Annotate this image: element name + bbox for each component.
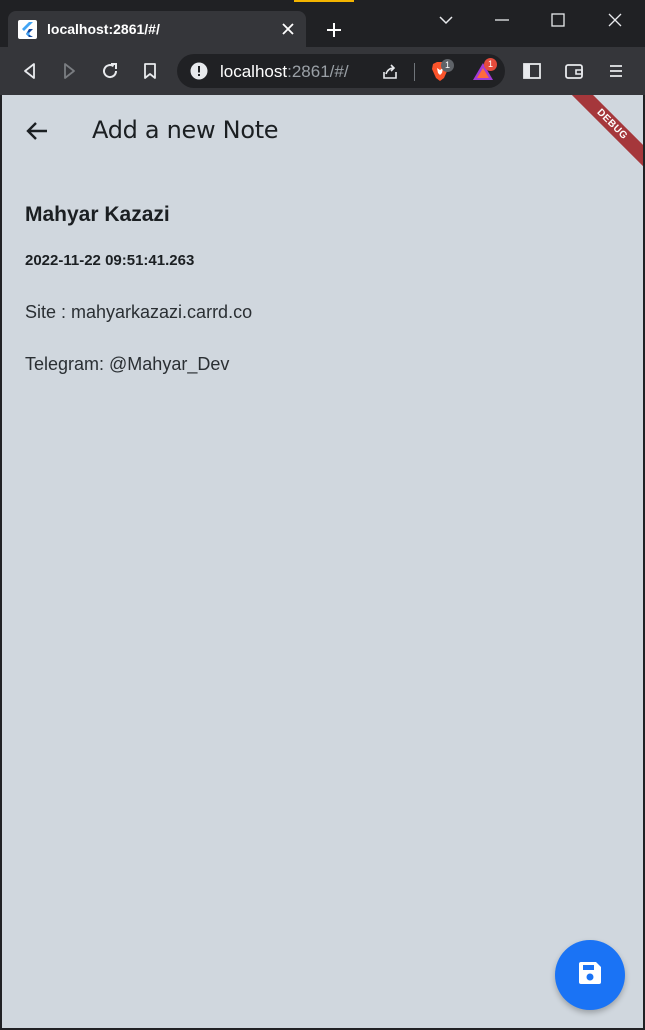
save-icon xyxy=(577,960,603,991)
brave-shield-icon[interactable]: 1 xyxy=(429,59,454,82)
browser-tab[interactable]: localhost:2861/#/ xyxy=(8,11,306,47)
new-tab-icon[interactable] xyxy=(324,20,344,40)
note-site: Site : mahyarkazazi.carrd.co xyxy=(25,302,253,322)
share-icon[interactable] xyxy=(380,62,400,82)
sidebar-icon[interactable] xyxy=(522,61,542,81)
note-title: Mahyar Kazazi xyxy=(25,203,170,226)
tab-strip-accent xyxy=(294,0,354,2)
address-bar[interactable]: localhost:2861/#/ 1 1 xyxy=(177,54,505,88)
flutter-icon xyxy=(18,19,37,39)
menu-icon[interactable] xyxy=(606,61,626,81)
browser-toolbar: localhost:2861/#/ 1 1 xyxy=(0,47,645,95)
address-separator xyxy=(414,63,415,81)
minimize-icon[interactable] xyxy=(492,10,512,30)
back-arrow-icon[interactable] xyxy=(24,118,50,144)
maximize-icon[interactable] xyxy=(548,10,568,30)
site-info-icon[interactable] xyxy=(190,62,208,80)
back-nav-icon[interactable] xyxy=(20,61,40,81)
reload-icon[interactable] xyxy=(100,61,120,81)
close-window-icon[interactable] xyxy=(605,10,625,30)
address-url: localhost:2861/#/ xyxy=(220,62,349,82)
chevron-down-icon[interactable] xyxy=(436,10,456,30)
close-tab-icon[interactable] xyxy=(280,21,296,37)
wallet-icon[interactable] xyxy=(564,61,584,81)
app-bar: Add a new Note xyxy=(2,95,643,165)
rewards-badge: 1 xyxy=(484,58,497,71)
page-title: Add a new Note xyxy=(92,116,279,144)
save-button[interactable] xyxy=(555,940,625,1010)
address-host: localhost xyxy=(220,62,288,81)
note-date: 2022-11-22 09:51:41.263 xyxy=(25,252,195,269)
window-border-left xyxy=(0,95,2,1030)
tab-title: localhost:2861/#/ xyxy=(47,21,160,37)
note-content: Mahyar Kazazi 2022-11-22 09:51:41.263 Si… xyxy=(25,203,625,375)
note-telegram: Telegram: @Mahyar_Dev xyxy=(25,354,230,374)
brave-rewards-icon[interactable]: 1 xyxy=(471,58,497,82)
tab-strip: localhost:2861/#/ xyxy=(0,0,645,47)
app-page: Add a new Note DEBUG Mahyar Kazazi 2022-… xyxy=(2,95,643,1028)
address-path: :2861/#/ xyxy=(287,62,349,81)
shield-badge: 1 xyxy=(441,59,454,72)
bookmark-icon[interactable] xyxy=(140,61,160,81)
forward-nav-icon[interactable] xyxy=(59,61,79,81)
